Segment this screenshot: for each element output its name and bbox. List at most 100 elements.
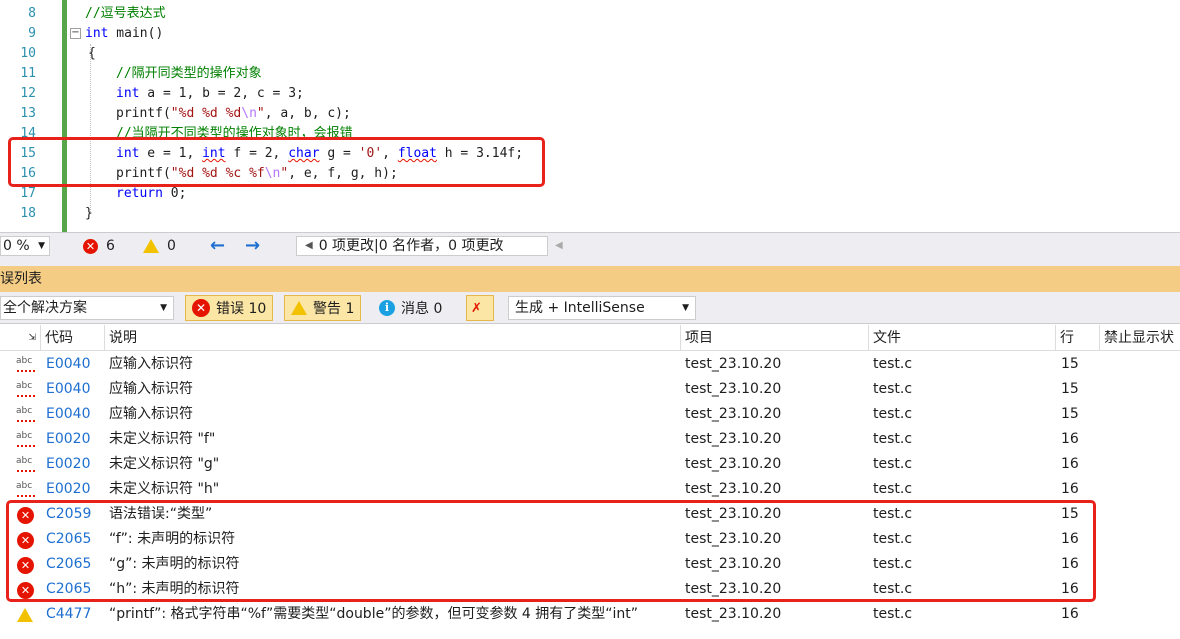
changes-text: 0 项更改|0 名作者，0 项更改 (318, 238, 504, 254)
build-filter-dropdown[interactable]: 生成 + IntelliSense ▼ (508, 296, 696, 320)
row-description: 应输入标识符 (109, 406, 193, 422)
row-code[interactable]: E0020 (46, 477, 106, 502)
intellisense-abc-icon: abc (16, 431, 36, 447)
error-list-toolbar: 全个解决方案 ▼ ✕ 错误 10 警告 1 i 消息 0 ✗ 生成 + Inte… (0, 292, 1180, 324)
row-file: test.c (873, 481, 913, 497)
error-list-header: ⇲ 代码 说明 项目 文件 行 禁止显示状 (0, 325, 1180, 351)
intellisense-abc-icon: abc (16, 456, 36, 472)
row-project: test_23.10.20 (685, 406, 782, 422)
error-list-row[interactable]: abc E0020 未定义标识符 "g" test_23.10.20 test.c 16 (0, 452, 1180, 477)
row-file: test.c (873, 381, 913, 397)
row-line: 15 (1061, 406, 1079, 422)
row-file: test.c (873, 431, 913, 447)
chevron-down-icon: ▼ (682, 303, 689, 313)
row-code[interactable]: C4477 (46, 602, 106, 627)
warning-count-indicator[interactable]: 0 (143, 236, 176, 256)
highlight-box-errors (6, 500, 1096, 602)
row-line: 16 (1061, 431, 1079, 447)
code-editor[interactable]: − 8 9 10 11 12 13 14 15 16 17 18 //逗号表达式… (0, 0, 1180, 232)
arrow-left-icon[interactable]: ← (210, 236, 225, 256)
row-description: 应输入标识符 (109, 356, 193, 372)
intellisense-abc-icon: abc (16, 481, 36, 497)
arrow-right-icon[interactable]: → (245, 236, 260, 256)
chevron-down-icon: ▼ (38, 241, 45, 251)
caret-left-icon: ◀ (305, 240, 313, 251)
line-number: 17 (20, 186, 36, 201)
errors-filter-button[interactable]: ✕ 错误 10 (185, 295, 274, 321)
line-number: 18 (20, 206, 36, 221)
warning-icon (291, 301, 307, 315)
code-line[interactable]: int a = 1, b = 2, c = 3; (116, 84, 304, 104)
scope-value: 全个解决方案 (3, 300, 87, 316)
row-line: 15 (1061, 356, 1079, 372)
warnings-filter-label: 警告 1 (313, 301, 355, 317)
codelens-changes[interactable]: ◀ 0 项更改|0 名作者，0 项更改 (296, 236, 548, 256)
column-header-code[interactable]: 代码 (40, 325, 104, 351)
column-header-description[interactable]: 说明 (104, 325, 680, 351)
row-code[interactable]: E0040 (46, 377, 106, 402)
row-project: test_23.10.20 (685, 431, 782, 447)
row-code[interactable]: E0040 (46, 402, 106, 427)
warning-icon (17, 608, 33, 622)
row-project: test_23.10.20 (685, 456, 782, 472)
sort-icon[interactable]: ⇲ (0, 325, 40, 351)
messages-filter-button[interactable]: i 消息 0 (372, 295, 450, 321)
zoom-level: 0 % (3, 238, 30, 254)
code-line[interactable]: return 0; (116, 184, 186, 204)
intellisense-abc-icon: abc (16, 356, 36, 372)
row-description: 未定义标识符 "h" (109, 481, 220, 497)
error-list-row[interactable]: abc E0040 应输入标识符 test_23.10.20 test.c 15 (0, 402, 1180, 427)
row-line: 16 (1061, 606, 1079, 622)
row-code[interactable]: E0040 (46, 352, 106, 377)
row-project: test_23.10.20 (685, 481, 782, 497)
intellisense-abc-icon: abc (16, 381, 36, 397)
scroll-left-icon[interactable]: ◀ (555, 236, 563, 256)
row-project: test_23.10.20 (685, 381, 782, 397)
row-file: test.c (873, 456, 913, 472)
code-line[interactable]: printf("%d %d %d\n", a, b, c); (116, 104, 351, 124)
column-header-suppression[interactable]: 禁止显示状 (1099, 325, 1180, 351)
panel-splitter[interactable] (0, 258, 1180, 266)
code-line[interactable]: //逗号表达式 (85, 4, 166, 24)
collapse-toggle[interactable]: − (70, 28, 81, 39)
warnings-filter-button[interactable]: 警告 1 (284, 295, 362, 321)
highlight-box-code (8, 137, 545, 187)
column-header-project[interactable]: 项目 (680, 325, 868, 351)
column-header-file[interactable]: 文件 (868, 325, 1055, 351)
column-header-line[interactable]: 行 (1055, 325, 1099, 351)
row-file: test.c (873, 606, 913, 622)
warning-count: 0 (167, 238, 176, 254)
code-line[interactable]: int main() (85, 24, 163, 44)
error-icon: ✕ (192, 299, 210, 317)
line-number: 12 (20, 86, 36, 101)
row-code[interactable]: E0020 (46, 452, 106, 477)
error-count-indicator[interactable]: ✕ 6 (83, 236, 115, 256)
error-list-row[interactable]: abc E0020 未定义标识符 "h" test_23.10.20 test.c 16 (0, 477, 1180, 502)
row-project: test_23.10.20 (685, 356, 782, 372)
error-list-row[interactable]: abc E0020 未定义标识符 "f" test_23.10.20 test.c 16 (0, 427, 1180, 452)
zoom-dropdown[interactable]: 0 % ▼ (0, 236, 50, 256)
row-description: “printf”: 格式字符串“%f”需要类型“double”的参数，但可变参数… (109, 606, 639, 622)
error-icon: ✕ (83, 238, 98, 254)
change-indicator-bar (62, 0, 67, 232)
code-line[interactable]: { (88, 44, 96, 64)
error-list-title-bar: 误列表 (0, 266, 1180, 292)
row-file: test.c (873, 406, 913, 422)
intellisense-abc-icon: abc (16, 406, 36, 422)
error-list-row[interactable]: C4477 “printf”: 格式字符串“%f”需要类型“double”的参数，… (0, 602, 1180, 627)
filter-toggle-button[interactable]: ✗ (466, 295, 494, 321)
row-code[interactable]: E0020 (46, 427, 106, 452)
row-line: 16 (1061, 481, 1079, 497)
code-line[interactable]: } (85, 204, 93, 224)
editor-status-bar: 0 % ▼ ✕ 6 0 ← → ◀ 0 项更改|0 名作者，0 项更改 ◀ (0, 232, 1180, 258)
line-number: 11 (20, 66, 36, 81)
warning-icon (143, 239, 159, 253)
info-icon: i (379, 300, 395, 316)
line-number: 9 (28, 26, 36, 41)
scope-dropdown[interactable]: 全个解决方案 ▼ (0, 296, 174, 320)
error-list-row[interactable]: abc E0040 应输入标识符 test_23.10.20 test.c 15 (0, 377, 1180, 402)
messages-filter-label: 消息 0 (401, 301, 443, 317)
code-line[interactable]: //隔开同类型的操作对象 (116, 64, 262, 84)
row-file: test.c (873, 356, 913, 372)
error-list-row[interactable]: abc E0040 应输入标识符 test_23.10.20 test.c 15 (0, 352, 1180, 377)
